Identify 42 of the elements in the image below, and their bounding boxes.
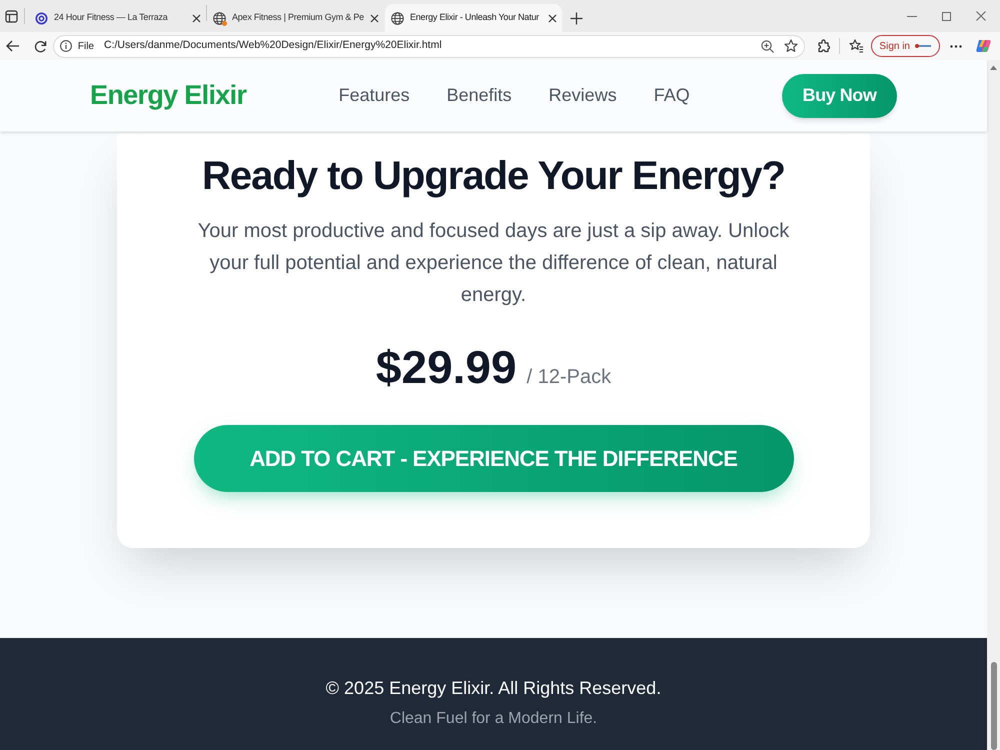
- globe-icon: [213, 12, 226, 24]
- tab-title: 24 Hour Fitness — La Terraza: [54, 11, 169, 24]
- back-icon[interactable]: [6, 40, 19, 52]
- info-icon[interactable]: [60, 40, 72, 52]
- section-description: Your most productive and focused days are just a sip away. Unlock your full potential and experience the difference of clean, natural energy.: [196, 219, 790, 308]
- dot-line-icon: [914, 43, 932, 49]
- nav-link[interactable]: FAQ: [654, 82, 690, 109]
- refresh-icon[interactable]: [34, 40, 47, 52]
- browser-tab[interactable]: 24 Hour Fitness — La Terraza: [29, 4, 206, 32]
- close-icon[interactable]: [192, 14, 201, 22]
- scheme-label: File: [78, 40, 94, 54]
- browser-tab[interactable]: Energy Elixir - Unleash Your Natur: [385, 4, 562, 32]
- address-field[interactable]: File C:/Users/danme/Documents/Web%20Design/Elixir/Energy%20Elixir.html: [52, 34, 806, 58]
- nav-link[interactable]: Features: [338, 82, 410, 109]
- favorites-icon[interactable]: [849, 39, 864, 53]
- tagline-text: Clean Fuel for a Modern Life.: [390, 709, 598, 729]
- sign-in-button[interactable]: Sign in: [871, 35, 940, 57]
- close-icon[interactable]: [370, 14, 379, 22]
- scrollbar[interactable]: [987, 60, 1000, 750]
- section-heading: Ready to Upgrade Your Energy?: [202, 153, 785, 200]
- tab-actions-icon[interactable]: [5, 10, 18, 22]
- tab-title: Apex Fitness | Premium Gym & Pe: [232, 11, 364, 24]
- close-icon[interactable]: [548, 14, 557, 22]
- browser-tab[interactable]: Apex Fitness | Premium Gym & Pe: [207, 4, 384, 32]
- copyright-text: © 2025 Energy Elixir. All Rights Reserved.: [326, 677, 662, 700]
- price-text: $29.99: [376, 340, 517, 395]
- zoom-in-icon[interactable]: [761, 40, 774, 52]
- price-unit: / 12-Pack: [526, 365, 612, 390]
- scroll-up-icon[interactable]: [990, 65, 997, 70]
- url-text: C:/Users/danme/Documents/Web%20Design/Elixir/Energy%20Elixir.html: [104, 38, 442, 54]
- extensions-icon[interactable]: [817, 39, 830, 53]
- target-icon: [35, 12, 48, 24]
- nav-link[interactable]: Reviews: [548, 82, 617, 109]
- star-icon[interactable]: [784, 39, 798, 53]
- nav-link[interactable]: Benefits: [446, 82, 512, 109]
- globe-icon: [391, 12, 404, 24]
- more-icon[interactable]: [950, 44, 962, 48]
- scrollbar-thumb[interactable]: [990, 662, 996, 750]
- tab-title: Energy Elixir - Unleash Your Natur: [410, 11, 540, 24]
- maximize-icon[interactable]: [942, 12, 951, 20]
- app-logo-icon[interactable]: [975, 38, 992, 54]
- new-tab-icon[interactable]: [570, 12, 583, 24]
